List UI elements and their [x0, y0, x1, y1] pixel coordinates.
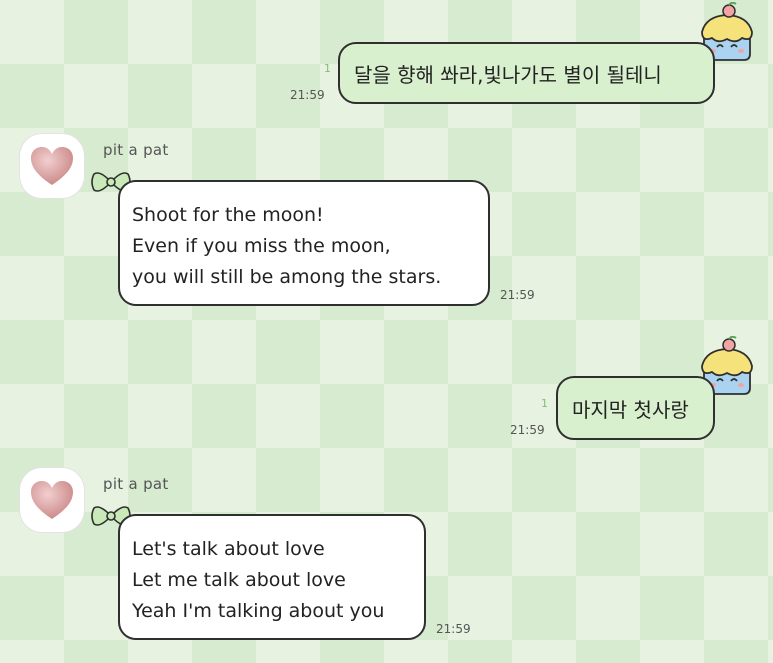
heart-icon — [31, 147, 73, 185]
message-bubble[interactable]: 달을 향해 쏴라,빛나가도 별이 될테니 — [338, 42, 715, 104]
message-line: Yeah I'm talking about you — [132, 600, 385, 622]
sender-name: pit a pat — [103, 475, 169, 493]
message-line: Let me talk about love — [132, 569, 346, 591]
sender-name: pit a pat — [103, 141, 169, 159]
message-line: Let's talk about love — [132, 538, 325, 560]
message-line: Even if you miss the moon, — [132, 235, 391, 257]
message-time: 21:59 — [500, 288, 535, 302]
message-time: 21:59 — [436, 622, 471, 636]
message-bubble[interactable]: Let's talk about love Let me talk about … — [118, 514, 426, 640]
unread-count: 1 — [324, 62, 331, 75]
message-bubble[interactable]: 마지막 첫사랑 — [556, 376, 715, 440]
message-time: 21:59 — [290, 88, 325, 102]
message-time: 21:59 — [510, 423, 545, 437]
message-line: you will still be among the stars. — [132, 266, 442, 288]
message-text: 마지막 첫사랑 — [572, 397, 689, 422]
avatar[interactable] — [20, 468, 84, 532]
avatar[interactable] — [20, 134, 84, 198]
unread-count: 1 — [541, 397, 548, 410]
message-line: Shoot for the moon! — [132, 204, 324, 226]
message-bubble[interactable]: Shoot for the moon! Even if you miss the… — [118, 180, 490, 306]
message-text: 달을 향해 쏴라,빛나가도 별이 될테니 — [354, 62, 662, 87]
heart-icon — [31, 481, 73, 519]
